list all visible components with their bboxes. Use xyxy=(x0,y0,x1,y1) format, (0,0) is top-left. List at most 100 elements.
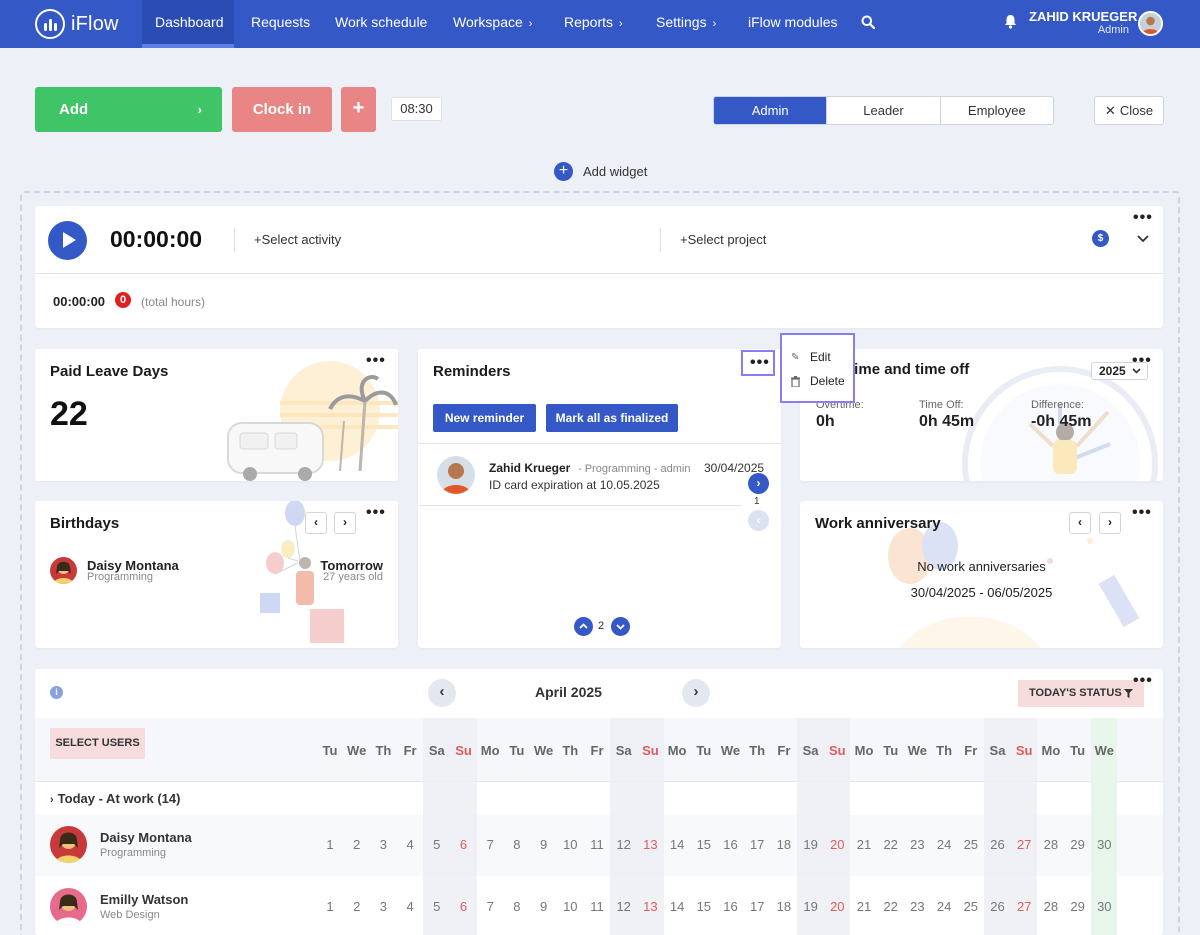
clock-in-button[interactable]: Clock in xyxy=(232,87,332,132)
plus-button[interactable]: + xyxy=(341,87,376,132)
prev-reminder-button[interactable]: ‹ xyxy=(748,510,769,531)
mark-all-finalized-button[interactable]: Mark all as finalized xyxy=(546,404,678,432)
day-cell[interactable]: 26 xyxy=(985,837,1011,852)
day-cell[interactable]: 14 xyxy=(664,837,690,852)
day-cell[interactable]: 12 xyxy=(611,837,637,852)
day-cell[interactable]: 21 xyxy=(851,899,877,914)
day-cell[interactable]: 20 xyxy=(824,837,850,852)
day-cell[interactable]: 5 xyxy=(424,837,450,852)
page-up-button[interactable] xyxy=(574,617,593,636)
day-cell[interactable]: 25 xyxy=(958,899,984,914)
day-cell[interactable]: 19 xyxy=(798,837,824,852)
day-cell[interactable]: 22 xyxy=(878,899,904,914)
day-cell[interactable]: 2 xyxy=(344,837,370,852)
nav-iflow-modules[interactable]: iFlow modules xyxy=(748,0,837,48)
role-admin-tab[interactable]: Admin xyxy=(714,97,828,124)
role-employee-tab[interactable]: Employee xyxy=(941,97,1053,124)
day-cell[interactable]: 16 xyxy=(718,837,744,852)
nav-settings[interactable]: Settings › xyxy=(656,0,716,48)
next-month-button[interactable]: › xyxy=(682,679,710,707)
day-cell[interactable]: 18 xyxy=(771,837,797,852)
page-down-button[interactable] xyxy=(611,617,630,636)
day-cell[interactable]: 30 xyxy=(1091,837,1117,852)
day-cell[interactable]: 24 xyxy=(931,837,957,852)
day-cell[interactable]: 9 xyxy=(531,837,557,852)
select-project-button[interactable]: +Select project xyxy=(680,232,766,247)
add-widget-button[interactable]: + Add widget xyxy=(554,162,647,181)
reminders-more-options-button[interactable]: ••• xyxy=(741,350,775,376)
select-activity-button[interactable]: +Select activity xyxy=(254,232,341,247)
day-cell[interactable]: 3 xyxy=(370,899,396,914)
prev-month-button[interactable]: ‹ xyxy=(428,679,456,707)
day-cell[interactable]: 7 xyxy=(477,899,503,914)
day-cell[interactable]: 4 xyxy=(397,899,423,914)
day-cell[interactable]: 15 xyxy=(691,837,717,852)
day-cell[interactable]: 8 xyxy=(504,837,530,852)
day-cell[interactable]: 10 xyxy=(557,837,583,852)
day-cell[interactable]: 12 xyxy=(611,899,637,914)
user-name[interactable]: Emilly Watson xyxy=(100,892,188,907)
menu-item-edit[interactable]: ✎ Edit xyxy=(791,350,831,364)
prev-button[interactable]: ‹ xyxy=(1069,512,1091,534)
prev-button[interactable]: ‹ xyxy=(305,512,327,534)
day-cell[interactable]: 7 xyxy=(477,837,503,852)
day-cell[interactable]: 22 xyxy=(878,837,904,852)
day-cell[interactable]: 14 xyxy=(664,899,690,914)
more-options-icon[interactable]: ••• xyxy=(366,353,386,369)
day-cell[interactable]: 13 xyxy=(637,837,663,852)
add-button[interactable]: Add › xyxy=(35,87,222,132)
day-cell[interactable]: 16 xyxy=(718,899,744,914)
day-cell[interactable]: 27 xyxy=(1011,899,1037,914)
day-cell[interactable]: 17 xyxy=(744,837,770,852)
day-cell[interactable]: 29 xyxy=(1065,837,1091,852)
next-button[interactable]: › xyxy=(1099,512,1121,534)
new-reminder-button[interactable]: New reminder xyxy=(433,404,536,432)
day-cell[interactable]: 9 xyxy=(531,899,557,914)
day-cell[interactable]: 17 xyxy=(744,899,770,914)
day-cell[interactable]: 27 xyxy=(1011,837,1037,852)
day-cell[interactable]: 23 xyxy=(904,837,930,852)
day-cell[interactable]: 3 xyxy=(370,837,396,852)
more-options-icon[interactable]: ••• xyxy=(1132,353,1152,369)
chevron-down-icon[interactable] xyxy=(1137,230,1149,246)
day-cell[interactable]: 28 xyxy=(1038,899,1064,914)
role-leader-tab[interactable]: Leader xyxy=(827,97,941,124)
day-cell[interactable]: 8 xyxy=(504,899,530,914)
day-cell[interactable]: 19 xyxy=(798,899,824,914)
nav-work-schedule[interactable]: Work schedule xyxy=(335,0,427,48)
more-options-icon[interactable]: ••• xyxy=(1132,505,1152,521)
info-icon[interactable]: i xyxy=(50,686,63,699)
nav-requests[interactable]: Requests xyxy=(251,0,310,48)
day-cell[interactable]: 21 xyxy=(851,837,877,852)
more-options-icon[interactable]: ••• xyxy=(366,505,386,521)
day-cell[interactable]: 11 xyxy=(584,837,610,852)
day-cell[interactable]: 4 xyxy=(397,837,423,852)
play-icon[interactable] xyxy=(48,221,87,260)
day-cell[interactable]: 5 xyxy=(424,899,450,914)
nav-dashboard[interactable]: Dashboard xyxy=(142,0,234,48)
nav-workspace[interactable]: Workspace › xyxy=(453,0,532,48)
reminder-item[interactable]: Zahid Krueger - Programming - admin xyxy=(489,460,690,475)
day-cell[interactable]: 25 xyxy=(958,837,984,852)
bell-icon[interactable] xyxy=(1004,14,1017,29)
user-name[interactable]: ZAHID KRUEGER xyxy=(1029,9,1137,24)
search-icon[interactable] xyxy=(861,15,875,29)
day-cell[interactable]: 18 xyxy=(771,899,797,914)
day-cell[interactable]: 20 xyxy=(824,899,850,914)
day-cell[interactable]: 11 xyxy=(584,899,610,914)
more-options-icon[interactable]: ••• xyxy=(1133,210,1153,226)
day-cell[interactable]: 23 xyxy=(904,899,930,914)
user-name[interactable]: Daisy Montana xyxy=(100,830,192,845)
day-cell[interactable]: 2 xyxy=(344,899,370,914)
next-reminder-button[interactable]: › xyxy=(748,473,769,494)
billable-icon[interactable]: $ xyxy=(1092,230,1109,247)
day-cell[interactable]: 30 xyxy=(1091,899,1117,914)
day-cell[interactable]: 29 xyxy=(1065,899,1091,914)
close-button[interactable]: ✕ Close xyxy=(1094,96,1164,125)
day-cell[interactable]: 1 xyxy=(317,899,343,914)
day-cell[interactable]: 28 xyxy=(1038,837,1064,852)
group-toggle[interactable]: › Today - At work (14) xyxy=(50,791,180,806)
day-cell[interactable]: 24 xyxy=(931,899,957,914)
menu-item-delete[interactable]: Delete xyxy=(791,374,845,388)
day-cell[interactable]: 6 xyxy=(451,837,477,852)
